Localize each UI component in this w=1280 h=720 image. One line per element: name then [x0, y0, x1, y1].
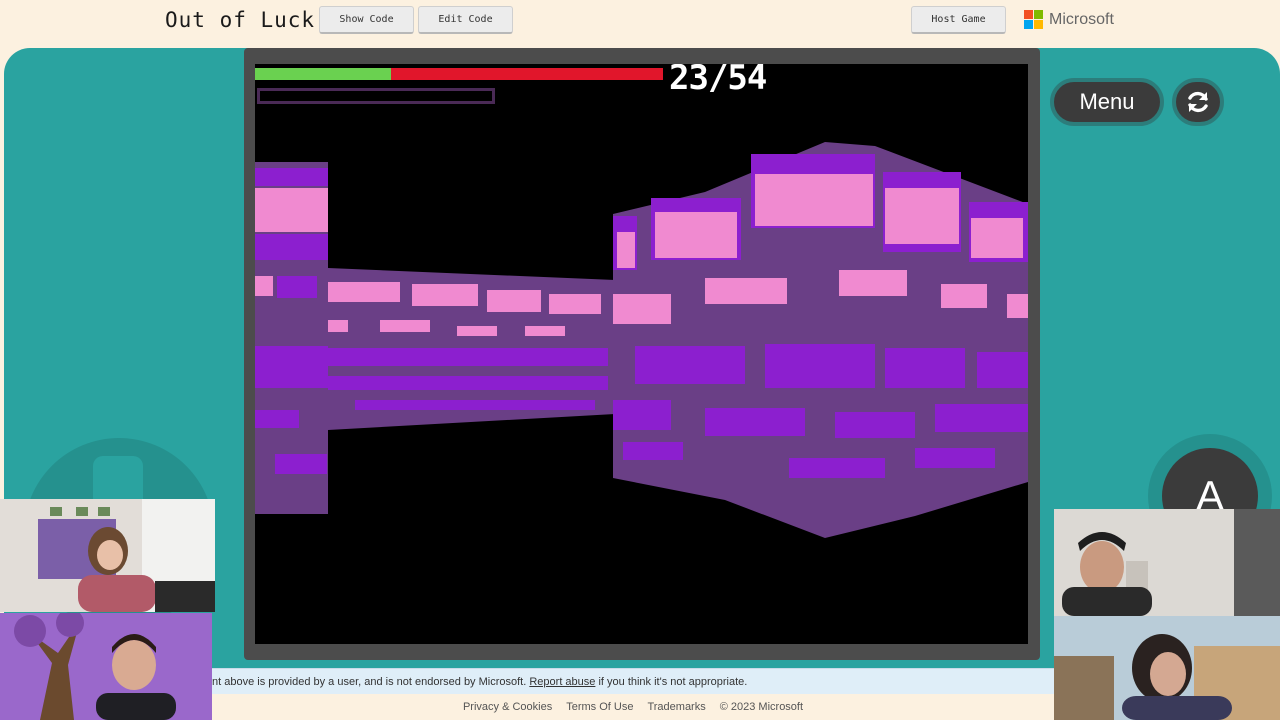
content-disclaimer: nt above is provided by a user, and is n…: [212, 668, 1054, 695]
corridor-wall: [328, 268, 615, 430]
footer: Privacy & Cookies Terms Of Use Trademark…: [212, 694, 1054, 720]
footer-link-trademarks[interactable]: Trademarks: [647, 701, 705, 713]
microsoft-grid-icon: [1024, 10, 1043, 29]
webcam-feed-4: [1054, 616, 1280, 720]
show-code-button[interactable]: Show Code: [319, 6, 414, 34]
footer-link-terms[interactable]: Terms Of Use: [566, 701, 633, 713]
menu-button[interactable]: Menu: [1050, 78, 1164, 126]
microsoft-logo[interactable]: Microsoft: [1024, 10, 1114, 29]
top-bar: Out of Luck Show Code Edit Code Host Gam…: [0, 0, 1280, 48]
webcam-image-3: [1054, 509, 1280, 616]
host-game-button[interactable]: Host Game: [911, 6, 1006, 34]
refresh-icon: [1188, 91, 1208, 113]
footer-link-privacy[interactable]: Privacy & Cookies: [463, 701, 552, 713]
disclaimer-text: nt above is provided by a user, and is n…: [212, 676, 527, 688]
hp-bar-filled: [255, 68, 391, 80]
disclaimer-text-end: if you think it's not appropriate.: [598, 676, 748, 688]
game-title: Out of Luck: [165, 8, 316, 32]
edit-code-button[interactable]: Edit Code: [418, 6, 513, 34]
near-wall-block: [613, 142, 1028, 538]
webcam-feed-1: [0, 499, 215, 612]
microsoft-wordmark: Microsoft: [1049, 10, 1114, 28]
dungeon-view: [255, 142, 1028, 538]
hp-bar-empty: [391, 68, 663, 80]
webcam-feed-3: [1054, 509, 1280, 616]
refresh-button[interactable]: [1172, 78, 1224, 126]
hp-counter: 23/54: [669, 64, 767, 98]
footer-copyright: © 2023 Microsoft: [719, 701, 804, 713]
webcam-image-4: [1054, 616, 1280, 720]
report-abuse-link[interactable]: Report abuse: [529, 676, 595, 688]
game-screen[interactable]: 23/54: [255, 64, 1028, 644]
xp-bar-outline: [257, 88, 495, 104]
left-wall-column: [255, 162, 328, 514]
webcam-image-2: [0, 613, 212, 720]
webcam-image-1: [0, 499, 215, 612]
webcam-feed-2: [0, 613, 212, 720]
